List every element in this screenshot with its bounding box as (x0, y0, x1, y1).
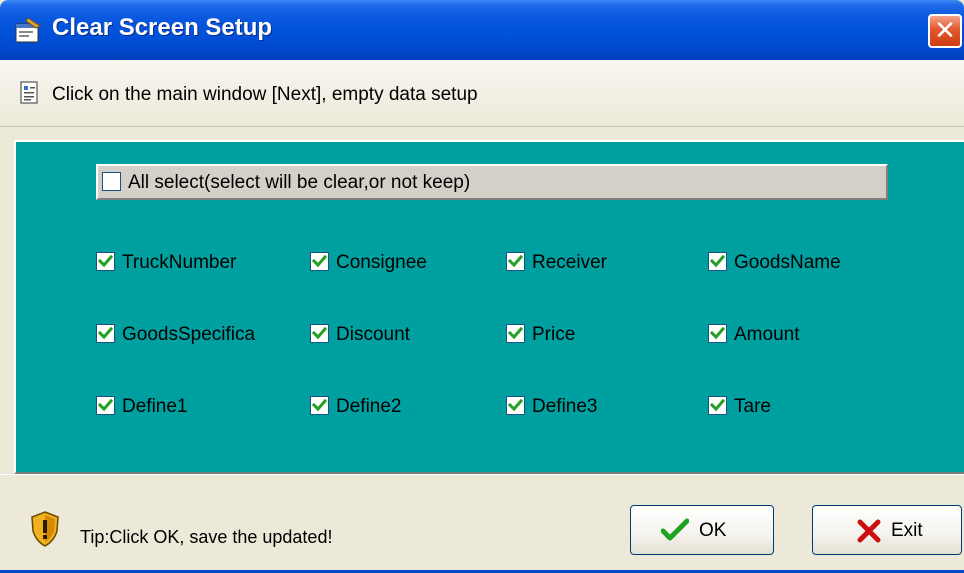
checkbox-box[interactable] (506, 324, 525, 343)
checkmark-icon (98, 398, 113, 412)
checkmark-icon (508, 254, 523, 268)
checkmark-icon (710, 326, 725, 340)
checkmark-icon (312, 254, 327, 268)
x-icon (857, 519, 881, 543)
checkbox-label: TruckNumber (122, 252, 237, 273)
checkbox-box[interactable] (96, 252, 115, 271)
clear-screen-setup-window: Clear Screen Setup ✕ Click on the main w… (0, 0, 964, 573)
checkmark-icon (312, 326, 327, 340)
checkbox-label: Define2 (336, 396, 402, 417)
setup-window-icon (15, 17, 41, 43)
checkmark-icon (98, 254, 113, 268)
checkmark-icon (312, 398, 327, 412)
checkmark-icon (508, 398, 523, 412)
shield-warning-icon (31, 511, 59, 547)
document-icon (20, 81, 38, 104)
tip-text: Tip:Click OK, save the updated! (80, 527, 333, 547)
checkbox-label: Tare (734, 396, 771, 417)
close-button[interactable]: ✕ (928, 14, 962, 48)
checkmark-icon (98, 326, 113, 340)
checkbox-box[interactable] (506, 396, 525, 415)
checkbox-label: Define3 (532, 396, 598, 417)
window-title: Clear Screen Setup (52, 14, 273, 41)
checkbox-box[interactable] (310, 396, 329, 415)
checkbox-box[interactable] (708, 396, 727, 415)
checkbox-box[interactable] (506, 252, 525, 271)
checkbox-box[interactable] (708, 252, 727, 271)
checkmark-icon (710, 254, 725, 268)
ok-button-label: OK (699, 520, 727, 541)
all-select-checkbox[interactable] (102, 172, 121, 191)
ok-button[interactable]: OK (630, 505, 774, 555)
checkbox-box[interactable] (708, 324, 727, 343)
exit-button-label: Exit (891, 520, 923, 541)
checkbox-box[interactable] (96, 324, 115, 343)
all-select-label: All select(select will be clear,or not k… (128, 172, 471, 193)
checkbox-box[interactable] (96, 396, 115, 415)
checkbox-label: Consignee (336, 252, 427, 273)
status-bar: Tip:Click OK, save the updated! OK Exit (0, 474, 964, 573)
checkbox-label: Discount (336, 324, 410, 345)
checkbox-label: Price (532, 324, 576, 345)
checkbox-label: Define1 (122, 396, 188, 417)
checkbox-label: Amount (734, 324, 800, 345)
title-bar[interactable]: Clear Screen Setup ✕ (0, 0, 964, 60)
checkbox-label: Receiver (532, 252, 607, 273)
checkbox-box[interactable] (310, 324, 329, 343)
info-bar: Click on the main window [Next], empty d… (0, 60, 964, 127)
checkmark-icon (508, 326, 523, 340)
clear-options-panel: All select(select will be clear,or not k… (14, 140, 964, 474)
exit-button[interactable]: Exit (812, 505, 962, 555)
check-icon (661, 518, 689, 541)
checkbox-box[interactable] (310, 252, 329, 271)
all-select-checkbox-row[interactable]: All select(select will be clear,or not k… (96, 164, 888, 200)
close-icon: ✕ (934, 15, 956, 45)
checkmark-icon (710, 398, 725, 412)
info-text: Click on the main window [Next], empty d… (52, 84, 478, 105)
checkbox-label: GoodsName (734, 252, 841, 273)
checkbox-label: GoodsSpecifica (122, 324, 256, 345)
